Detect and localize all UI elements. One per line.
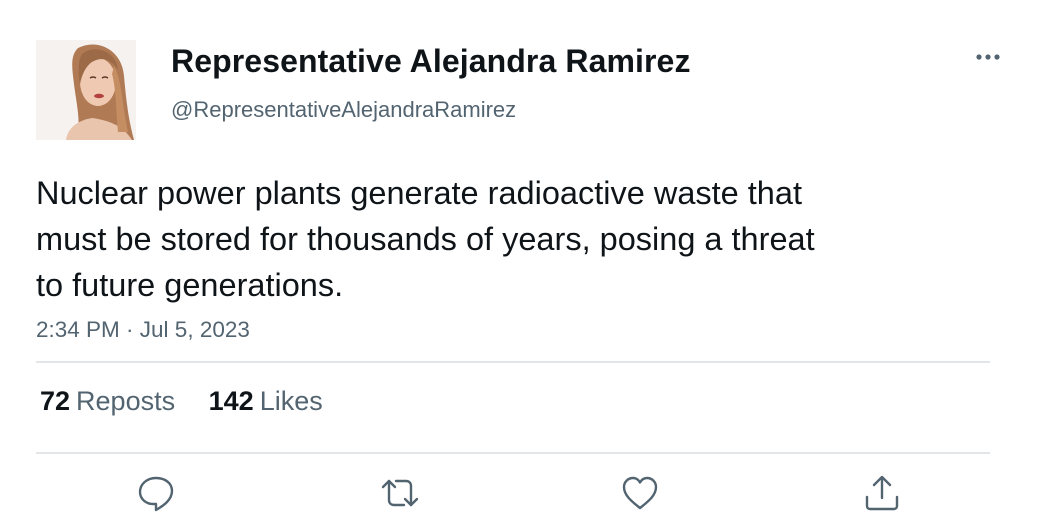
tweet-text: Nuclear power plants generate radioactiv… — [36, 170, 936, 308]
share-button[interactable] — [862, 473, 902, 513]
reposts-stat[interactable]: 72 Reposts — [40, 386, 175, 417]
avatar-portrait-image — [36, 40, 136, 140]
reply-icon — [138, 476, 174, 512]
more-options-icon — [976, 54, 1000, 60]
repost-icon — [381, 479, 419, 507]
likes-label: Likes — [259, 386, 323, 416]
engagement-stats: 72 Reposts 142 Likes — [40, 386, 349, 417]
like-icon — [622, 476, 658, 510]
reposts-label: Reposts — [76, 386, 176, 416]
share-icon — [865, 475, 899, 511]
tweet-text-line: Nuclear power plants generate radioactiv… — [36, 175, 802, 211]
reposts-count: 72 — [40, 386, 71, 416]
author-handle[interactable]: @RepresentativeAlejandraRamirez — [171, 97, 516, 123]
like-button[interactable] — [620, 473, 660, 513]
tweet-text-line: must be stored for thousands of years, p… — [36, 221, 815, 257]
tweet-card: Representative Alejandra Ramirez @Repres… — [0, 0, 1050, 525]
more-options-button[interactable] — [968, 42, 1008, 72]
repost-button[interactable] — [380, 473, 420, 513]
tweet-text-line: to future generations. — [36, 267, 344, 303]
author-display-name[interactable]: Representative Alejandra Ramirez — [171, 43, 691, 80]
divider — [36, 452, 990, 454]
likes-stat[interactable]: 142 Likes — [209, 386, 323, 417]
likes-count: 142 — [208, 386, 254, 416]
avatar[interactable] — [36, 40, 136, 140]
reply-button[interactable] — [136, 473, 176, 513]
divider — [36, 361, 990, 363]
tweet-timestamp[interactable]: 2:34 PM · Jul 5, 2023 — [36, 317, 250, 343]
